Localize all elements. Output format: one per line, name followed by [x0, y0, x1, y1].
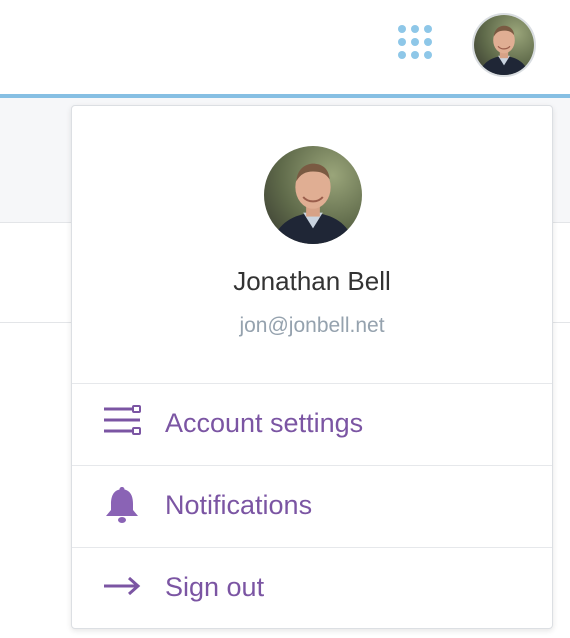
menu-item-sign-out[interactable]: Sign out: [72, 547, 552, 629]
grid-dot: [398, 38, 406, 46]
avatar-button[interactable]: [472, 13, 536, 77]
grid-dot: [411, 25, 419, 33]
avatar-photo: [474, 15, 534, 75]
account-dropdown: Jonathan Bell jon@jonbell.net Account se…: [71, 105, 553, 629]
avatar-photo: [264, 146, 362, 244]
arrow-right-icon: [102, 568, 144, 608]
menu-item-account-settings[interactable]: Account settings: [72, 383, 552, 465]
menu-item-notifications[interactable]: Notifications: [72, 465, 552, 547]
grid-dots-icon[interactable]: [396, 24, 438, 64]
grid-dot: [424, 25, 432, 33]
bell-icon: [102, 486, 144, 526]
menu-item-label: Sign out: [165, 572, 265, 602]
user-name: Jonathan Bell: [233, 266, 391, 296]
grid-dot: [424, 38, 432, 46]
grid-dot: [424, 51, 432, 59]
sliders-icon: [102, 404, 144, 444]
grid-dot: [411, 51, 419, 59]
avatar: [264, 146, 362, 244]
grid-dot: [398, 51, 406, 59]
grid-dot: [398, 25, 406, 33]
user-email: jon@jonbell.net: [239, 314, 385, 337]
grid-dot: [411, 38, 419, 46]
menu-item-label: Notifications: [165, 490, 313, 520]
menu-item-label: Account settings: [165, 408, 364, 438]
